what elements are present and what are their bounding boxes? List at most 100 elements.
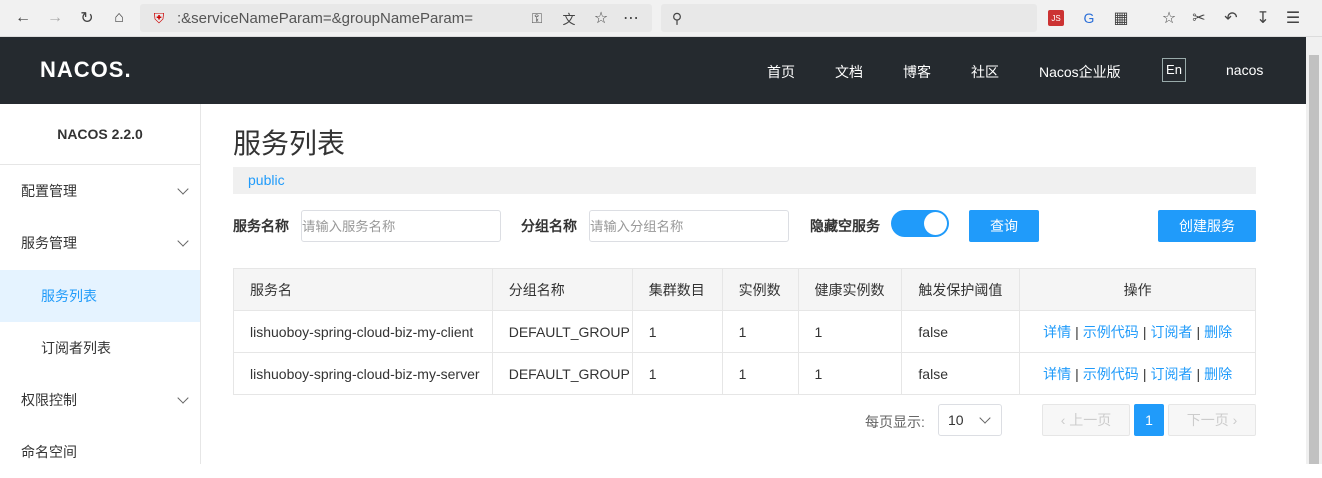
subscriber-link[interactable]: 订阅者: [1150, 324, 1192, 340]
separator: |: [1142, 365, 1147, 382]
detail-link[interactable]: 详情: [1043, 324, 1071, 340]
menu-icon[interactable]: ☰: [1282, 7, 1304, 29]
apps-grid-icon[interactable]: ▦: [1110, 7, 1132, 29]
healthy-count-cell: 1: [797, 352, 903, 395]
nav-enterprise[interactable]: Nacos企业版: [1039, 62, 1121, 82]
namespace-link[interactable]: public: [248, 172, 285, 188]
back-icon[interactable]: ←: [12, 7, 34, 29]
prev-page-button[interactable]: ‹ 上一页: [1042, 404, 1130, 436]
home-icon[interactable]: ⌂: [108, 7, 130, 29]
nav-community[interactable]: 社区: [971, 62, 999, 82]
service-name-label: 服务名称: [233, 218, 289, 234]
page-scrollbar[interactable]: [1306, 37, 1322, 464]
sidebar-item-label: 命名空间: [21, 444, 77, 460]
language-toggle[interactable]: En: [1162, 58, 1186, 82]
address-bar[interactable]: ⛨ :&serviceNameParam=&groupNameParam= ⚿ …: [140, 4, 652, 32]
scroll-thumb[interactable]: [1309, 55, 1319, 464]
search-bar[interactable]: ⚲: [661, 4, 1037, 32]
chevron-left-icon: ‹: [1060, 412, 1066, 428]
sidebar-item-namespace[interactable]: 命名空间: [0, 426, 200, 478]
cut-icon[interactable]: ✂: [1188, 7, 1210, 29]
download-icon[interactable]: ↧: [1252, 7, 1274, 29]
user-name[interactable]: nacos: [1226, 62, 1263, 78]
service-name-cell: lishuoboy-spring-cloud-biz-my-server: [233, 352, 493, 395]
sample-code-link[interactable]: 示例代码: [1083, 366, 1139, 382]
star-icon[interactable]: ☆: [590, 7, 612, 29]
group-name-input[interactable]: [589, 210, 789, 242]
column-header: 操作: [1019, 268, 1256, 311]
insecure-shield-icon[interactable]: ⛨: [148, 7, 170, 29]
cluster-count-cell: 1: [631, 352, 723, 395]
nav-docs[interactable]: 文档: [835, 62, 863, 82]
service-name-input[interactable]: [301, 210, 501, 242]
sidebar-item-service-management[interactable]: 服务管理: [0, 217, 200, 269]
chevron-down-icon: [177, 235, 189, 247]
column-header: 分组名称: [491, 268, 633, 311]
sidebar-item-service-list[interactable]: 服务列表: [0, 270, 200, 322]
chevron-right-icon: ›: [1232, 412, 1238, 428]
main-content: 服务列表 public 服务名称 分组名称 隐藏空服务 查询 创建服务 服务名 …: [201, 104, 1306, 464]
group-name-label: 分组名称: [521, 218, 577, 234]
forward-icon[interactable]: →: [44, 7, 66, 29]
sidebar-item-label: 权限控制: [21, 392, 77, 408]
actions-cell: 详情 | 示例代码 | 订阅者 | 删除: [1019, 352, 1256, 395]
nav-home[interactable]: 首页: [767, 62, 795, 82]
page-title: 服务列表: [233, 128, 346, 159]
page-size-value: 10: [948, 412, 964, 428]
healthy-count-cell: 1: [797, 310, 903, 353]
browser-toolbar: ← → ↻ ⌂ ⛨ :&serviceNameParam=&groupNameP…: [0, 0, 1322, 37]
sidebar-item-label: 服务列表: [41, 288, 97, 304]
top-nav: NACOS. 首页 文档 博客 社区 Nacos企业版 En nacos: [0, 37, 1306, 104]
service-table: 服务名 分组名称 集群数目 实例数 健康实例数 触发保护阈值 操作 lishuo…: [233, 268, 1256, 395]
delete-link[interactable]: 删除: [1204, 324, 1232, 340]
sidebar-item-access-control[interactable]: 权限控制: [0, 374, 200, 426]
column-header: 健康实例数: [797, 268, 903, 311]
create-service-button[interactable]: 创建服务: [1158, 210, 1256, 242]
column-header: 服务名: [233, 268, 493, 311]
translate-icon[interactable]: 文: [558, 7, 580, 29]
chevron-down-icon: [177, 392, 189, 404]
undo-icon[interactable]: ↶: [1220, 7, 1242, 29]
separator: |: [1075, 365, 1079, 382]
reload-icon[interactable]: ↻: [76, 7, 98, 29]
next-page-button[interactable]: 下一页 ›: [1168, 404, 1256, 436]
page-size-select[interactable]: 10: [938, 404, 1002, 436]
nacos-logo[interactable]: NACOS.: [40, 57, 132, 83]
version-label: NACOS 2.2.0: [0, 104, 200, 165]
more-icon[interactable]: ⋯: [620, 7, 642, 29]
delete-link[interactable]: 删除: [1204, 366, 1232, 382]
subscriber-link[interactable]: 订阅者: [1150, 366, 1192, 382]
column-header: 触发保护阈值: [901, 268, 1021, 311]
cluster-count-cell: 1: [631, 310, 723, 353]
hide-empty-toggle[interactable]: [891, 210, 949, 237]
key-icon[interactable]: ⚿: [526, 7, 548, 29]
actions-cell: 详情 | 示例代码 | 订阅者 | 删除: [1019, 310, 1256, 353]
namespace-bar: public: [233, 167, 1256, 194]
detail-link[interactable]: 详情: [1043, 366, 1071, 382]
table-row: lishuoboy-spring-cloud-biz-my-server DEF…: [233, 352, 1256, 395]
sidebar-item-subscriber-list[interactable]: 订阅者列表: [0, 322, 200, 374]
chevron-down-icon: [177, 183, 189, 195]
chevron-down-icon: [979, 412, 991, 424]
instance-count-cell: 1: [721, 352, 799, 395]
current-page-button[interactable]: 1: [1134, 404, 1164, 436]
instance-count-cell: 1: [721, 310, 799, 353]
separator: |: [1142, 323, 1147, 340]
translate-extension-icon[interactable]: G: [1078, 7, 1100, 29]
column-header: 实例数: [721, 268, 799, 311]
separator: |: [1196, 323, 1201, 340]
sample-code-link[interactable]: 示例代码: [1083, 324, 1139, 340]
nav-blog[interactable]: 博客: [903, 62, 931, 82]
js-extension-icon[interactable]: JS: [1048, 10, 1064, 26]
sidebar-item-label: 服务管理: [21, 235, 77, 251]
hide-empty-label: 隐藏空服务: [810, 218, 880, 234]
sidebar-item-label: 订阅者列表: [41, 340, 111, 356]
search-icon: ⚲: [671, 9, 683, 26]
bookmarks-icon[interactable]: ☆: [1158, 7, 1180, 29]
sidebar-item-config-management[interactable]: 配置管理: [0, 165, 200, 217]
query-button[interactable]: 查询: [969, 210, 1039, 242]
next-page-label: 下一页: [1186, 412, 1229, 428]
url-text: :&serviceNameParam=&groupNameParam=: [177, 10, 473, 27]
protect-threshold-cell: false: [901, 352, 1021, 395]
sidebar: NACOS 2.2.0 配置管理 服务管理 服务列表 订阅者列表 权限控制 命名…: [0, 104, 201, 464]
